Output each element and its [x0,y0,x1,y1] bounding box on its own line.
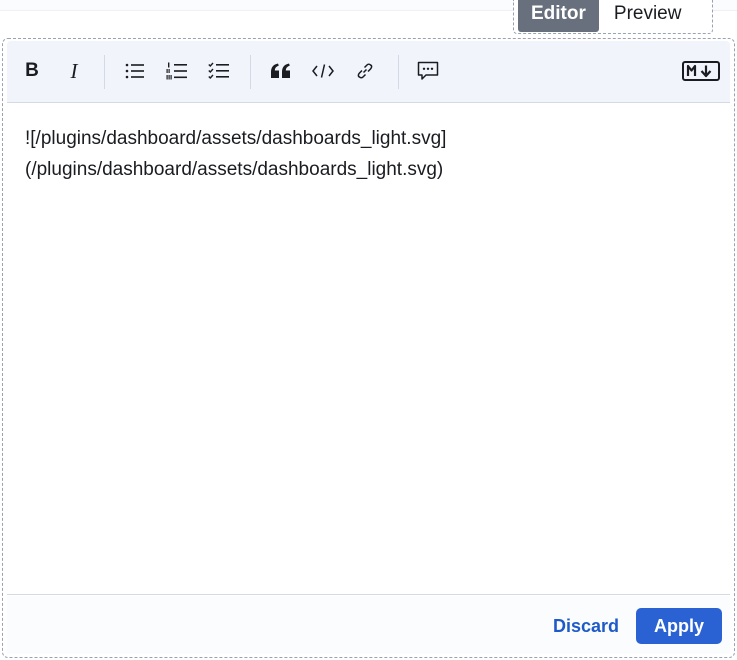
bullet-list-icon [125,63,145,79]
quote-icon [270,63,292,79]
mode-tabs: Editor Preview [513,0,713,34]
markdown-editor: B I ![/plugins/dashboard/assets/dashboar… [2,38,735,658]
quote-button[interactable] [266,56,296,86]
ordered-list-button[interactable] [162,56,192,86]
task-list-button[interactable] [204,56,234,86]
code-icon [312,63,334,79]
italic-icon: I [70,58,78,83]
bold-button[interactable]: B [17,56,47,86]
markdown-editor-page: Editor Preview B I ![/plugins/dashboard/… [0,0,737,660]
code-button[interactable] [308,56,338,86]
editor-footer: Discard Apply [7,596,730,654]
bold-icon: B [25,60,39,81]
editor-toolbar: B I [7,41,730,103]
markdown-icon [682,61,720,81]
discard-button[interactable]: Discard [545,608,627,644]
link-button[interactable] [350,56,380,86]
toolbar-divider [398,55,399,89]
tab-editor[interactable]: Editor [518,0,599,32]
toolbar-divider [250,55,251,89]
italic-button[interactable]: I [59,56,89,86]
numbered-list-icon [166,62,188,80]
comment-icon [417,61,439,81]
tab-preview[interactable]: Preview [599,0,695,32]
link-icon [356,62,374,80]
markdown-button[interactable] [681,56,721,86]
toolbar-divider [104,55,105,89]
comment-button[interactable] [413,56,443,86]
markdown-textarea[interactable]: ![/plugins/dashboard/assets/dashboards_l… [7,103,730,595]
unordered-list-button[interactable] [120,56,150,86]
checklist-icon [208,62,230,80]
apply-button[interactable]: Apply [636,608,722,644]
